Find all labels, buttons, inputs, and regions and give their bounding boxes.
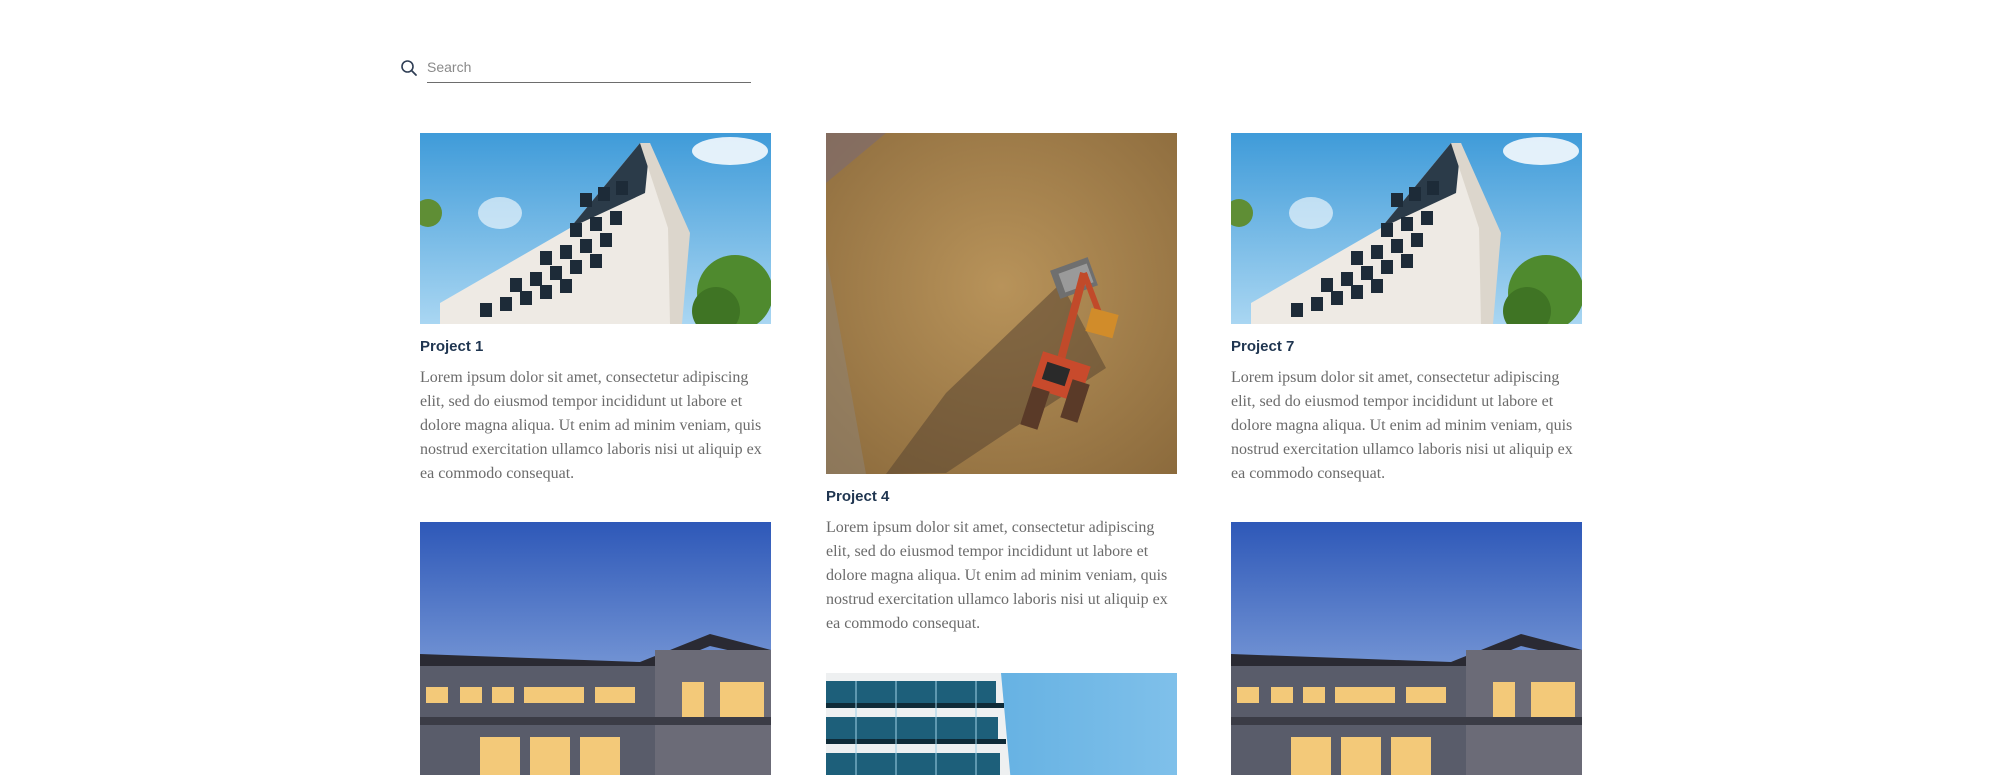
search-icon[interactable] — [400, 59, 418, 77]
project-image-house[interactable] — [420, 522, 771, 775]
project-image-tower[interactable] — [826, 673, 1177, 775]
project-image-excavator[interactable] — [826, 133, 1177, 474]
project-card[interactable] — [420, 522, 771, 775]
search-bar — [400, 52, 752, 84]
project-card[interactable]: Project 1 Lorem ipsum dolor sit amet, co… — [420, 133, 771, 486]
project-image-apartment[interactable] — [420, 133, 771, 324]
search-input[interactable] — [427, 52, 751, 83]
project-card[interactable] — [1231, 522, 1582, 775]
project-card[interactable]: Project 7 Lorem ipsum dolor sit amet, co… — [1231, 133, 1582, 486]
project-card[interactable]: Project 4 Lorem ipsum dolor sit amet, co… — [826, 133, 1177, 636]
project-description: Lorem ipsum dolor sit amet, consectetur … — [1231, 369, 1573, 482]
project-image-house[interactable] — [1231, 522, 1582, 775]
project-card[interactable] — [826, 673, 1177, 775]
project-description: Lorem ipsum dolor sit amet, consectetur … — [420, 369, 762, 482]
project-title[interactable]: Project 1 — [420, 337, 771, 357]
project-description: Lorem ipsum dolor sit amet, consectetur … — [826, 519, 1168, 632]
project-title[interactable]: Project 4 — [826, 487, 1177, 507]
project-title[interactable]: Project 7 — [1231, 337, 1582, 357]
project-image-apartment[interactable] — [1231, 133, 1582, 324]
